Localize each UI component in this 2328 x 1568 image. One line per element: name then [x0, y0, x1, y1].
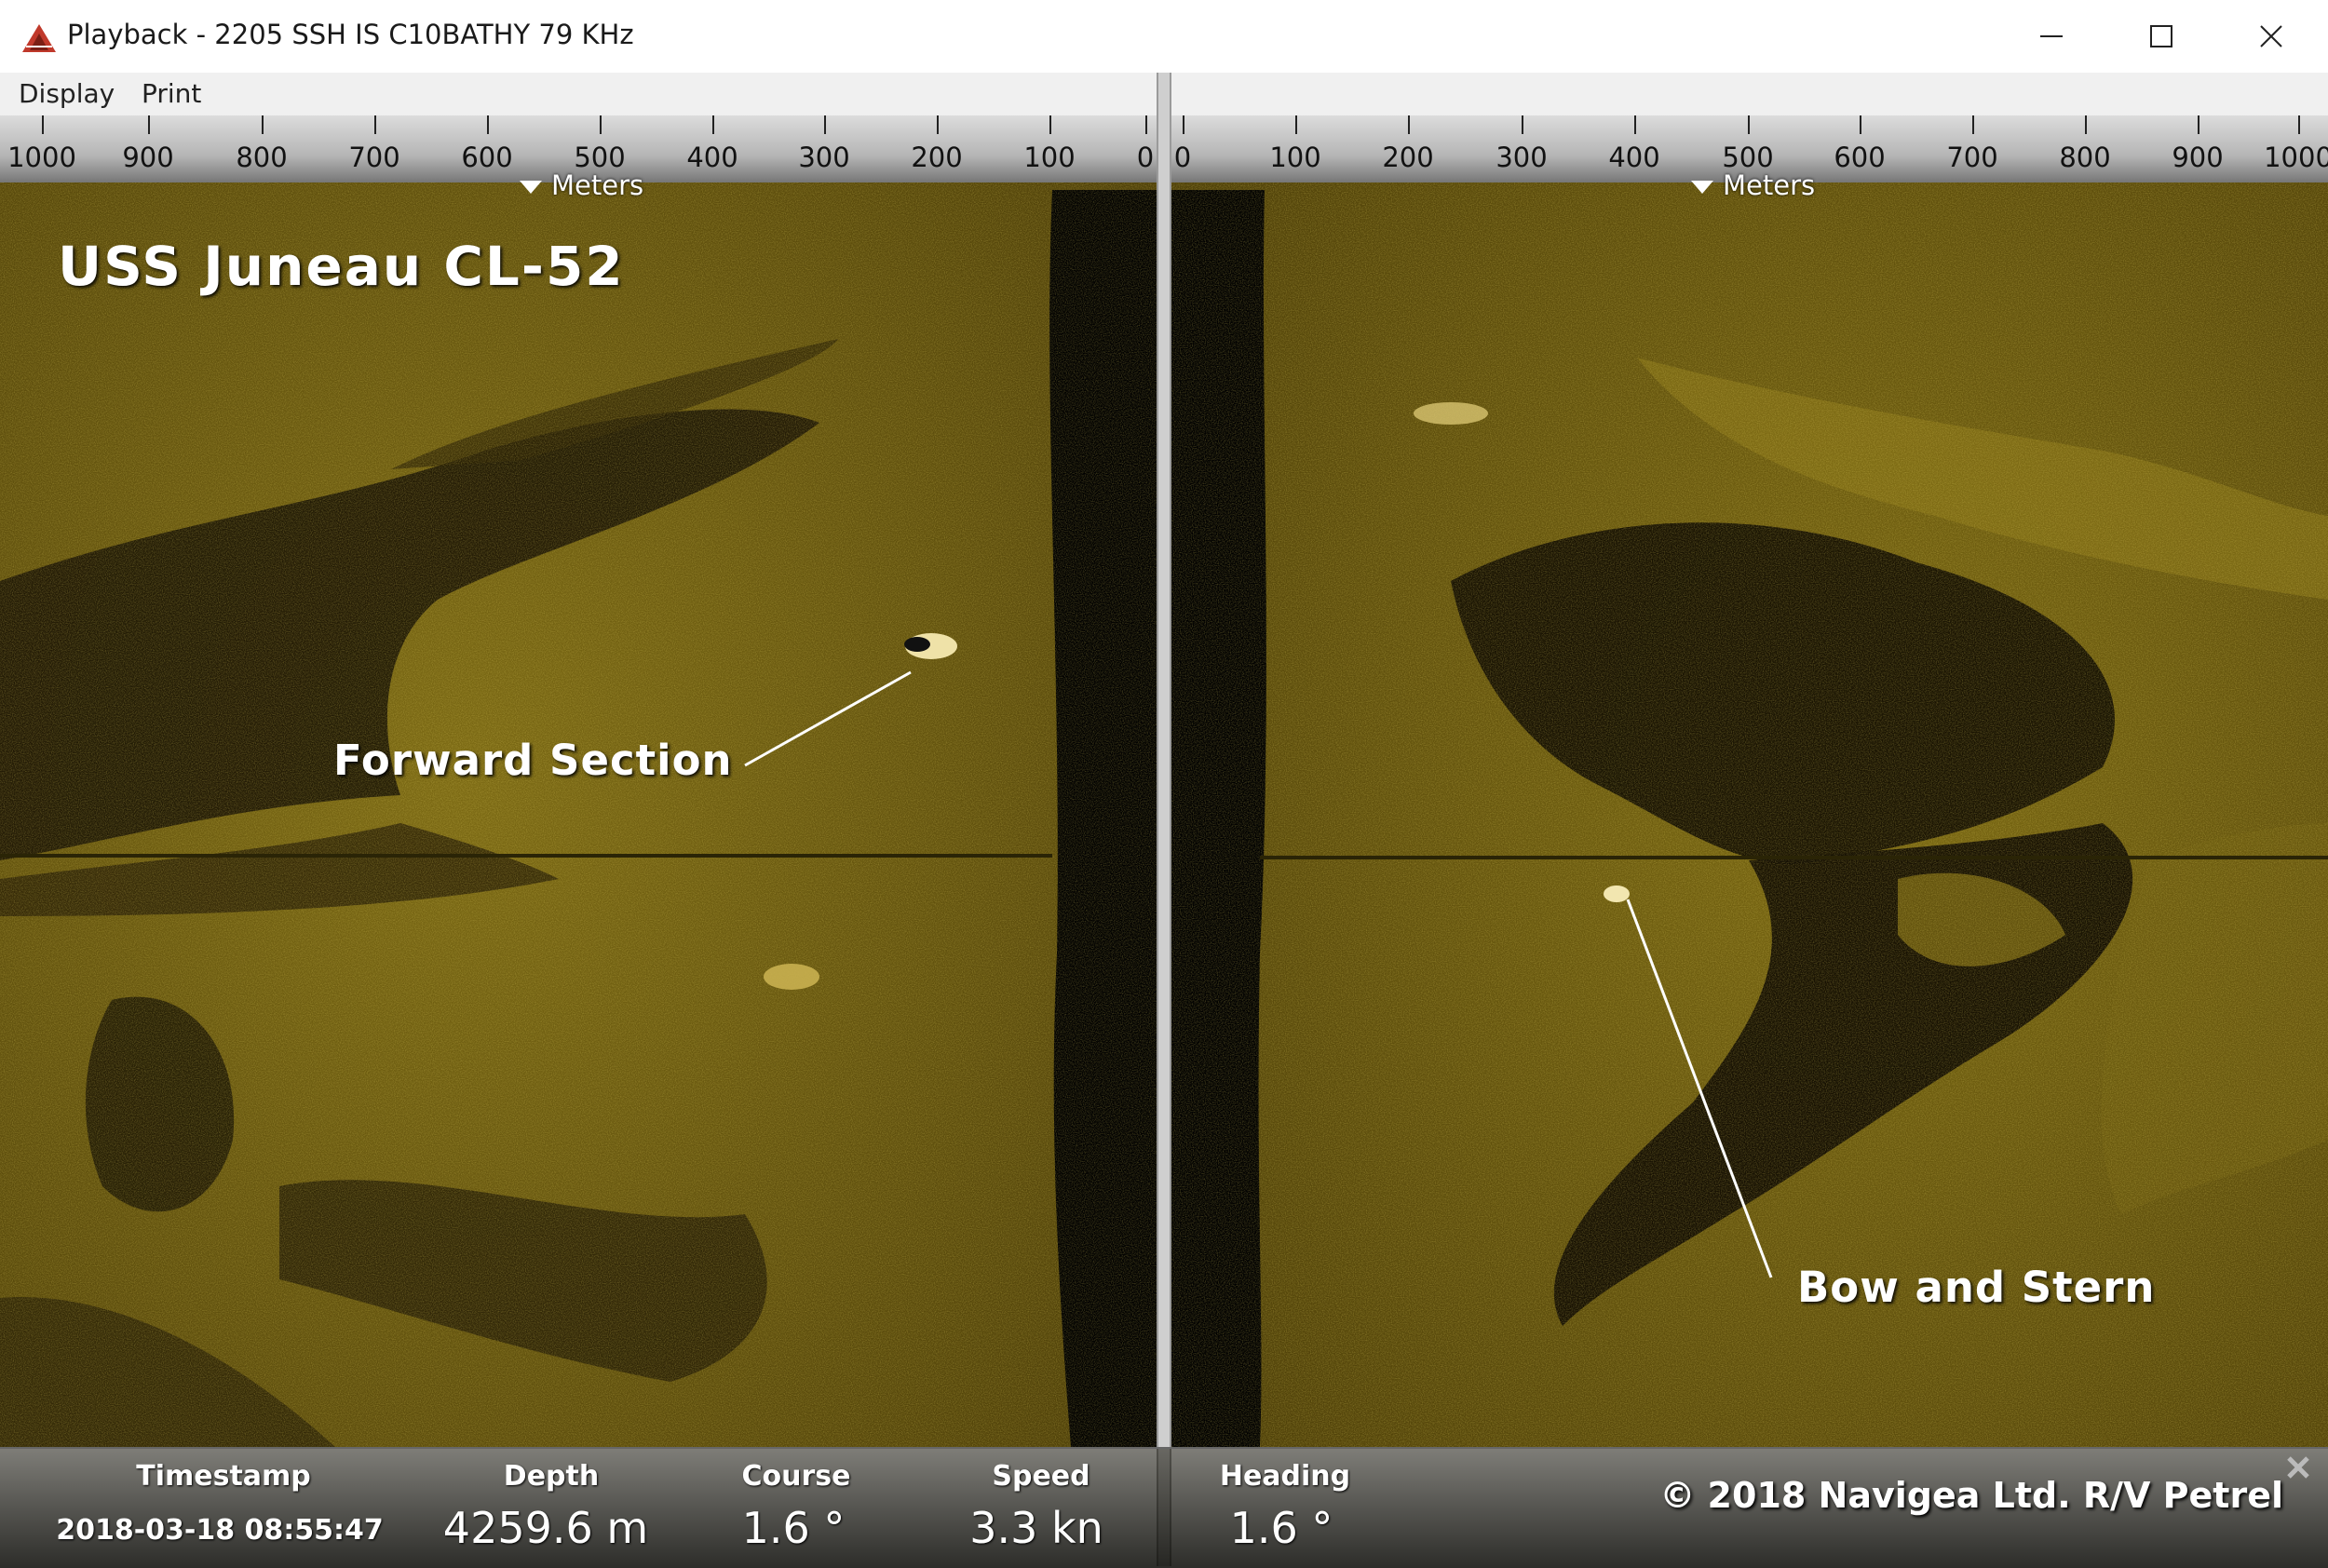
course-label: Course	[741, 1460, 851, 1493]
scale-tick	[1049, 115, 1051, 134]
scale-tick	[487, 115, 489, 134]
course-value: 1.6 °	[741, 1503, 846, 1553]
dropdown-triangle-icon	[1691, 181, 1713, 194]
scale-tick	[2198, 115, 2199, 134]
scale-label: 0	[1173, 142, 1192, 173]
scale-label: 300	[1496, 142, 1548, 173]
scale-units-dropdown[interactable]: Meters	[1691, 169, 1815, 201]
pane-divider[interactable]	[1157, 73, 1171, 1566]
scale-tick	[1145, 115, 1147, 134]
scale-tick	[374, 115, 376, 134]
scale-tick	[262, 115, 264, 134]
depth-value: 4259.6 m	[442, 1503, 649, 1553]
scale-tick	[1972, 115, 1974, 134]
scale-label: 200	[1382, 142, 1434, 173]
scale-tick	[2298, 115, 2300, 134]
scale-label: 800	[2059, 142, 2111, 173]
scale-label: 0	[1136, 142, 1155, 173]
minimize-icon	[2040, 35, 2063, 37]
scale-tick	[937, 115, 939, 134]
menu-print[interactable]: Print	[142, 78, 201, 109]
range-scale-port: 1000 900 800 700 600 500 400 300 200 100…	[0, 115, 1157, 201]
scale-label: 1000	[7, 142, 76, 173]
heading-value: 1.6 °	[1229, 1503, 1333, 1553]
sonar-image-starboard	[1171, 115, 2328, 1447]
depth-label: Depth	[503, 1460, 600, 1493]
dropdown-triangle-icon	[520, 181, 542, 194]
bow-and-stern-label: Bow and Stern	[1797, 1263, 2156, 1312]
maximize-icon	[2150, 25, 2172, 47]
scale-label: 900	[122, 142, 174, 173]
speed-value: 3.3 kn	[969, 1503, 1103, 1553]
scale-label: 700	[348, 142, 400, 173]
scale-tick	[1408, 115, 1410, 134]
scale-tick	[1748, 115, 1750, 134]
scale-label: 1000	[2264, 142, 2328, 173]
close-button[interactable]	[2216, 0, 2326, 73]
app-logo-icon	[22, 24, 56, 52]
title-bar: Playback - 2205 SSH IS C10BATHY 79 KHz	[0, 0, 2328, 73]
scale-tick	[600, 115, 602, 134]
scale-label: 100	[1269, 142, 1321, 173]
scale-label: 400	[1608, 142, 1660, 173]
scale-tick	[712, 115, 714, 134]
range-scale-starboard: 0 100 200 300 400 500 600 700 800 900 10…	[1171, 115, 2328, 201]
status-close-icon[interactable]	[2283, 1453, 2313, 1482]
scale-label: 800	[236, 142, 288, 173]
scale-label: 600	[1834, 142, 1886, 173]
scale-label: 500	[574, 142, 626, 173]
speed-label: Speed	[992, 1460, 1090, 1493]
scale-tick	[42, 115, 44, 134]
scale-tick	[1860, 115, 1861, 134]
scale-label: 500	[1722, 142, 1774, 173]
close-icon	[2260, 25, 2282, 47]
scale-tick	[148, 115, 150, 134]
sonar-pane-starboard[interactable]	[1171, 115, 2328, 1447]
scale-unit-label: Meters	[1723, 169, 1816, 201]
window-title: Playback - 2205 SSH IS C10BATHY 79 KHz	[67, 19, 634, 50]
scale-label: 400	[686, 142, 738, 173]
ship-name-label: USS Juneau CL-52	[58, 235, 625, 298]
scale-tick	[824, 115, 826, 134]
heading-label: Heading	[1219, 1460, 1351, 1493]
maximize-button[interactable]	[2106, 0, 2216, 73]
scale-label: 200	[911, 142, 963, 173]
timestamp-value: 2018-03-18 08:55:47	[56, 1514, 384, 1547]
scale-unit-label: Meters	[551, 169, 644, 201]
scale-tick	[1522, 115, 1523, 134]
scale-label: 700	[1946, 142, 1998, 173]
scale-tick	[1634, 115, 1636, 134]
copyright-text: © 2018 Navigea Ltd. R/V Petrel	[1659, 1475, 2283, 1516]
scale-tick	[2085, 115, 2087, 134]
scale-label: 900	[2172, 142, 2224, 173]
scale-label: 100	[1023, 142, 1076, 173]
timestamp-label: Timestamp	[136, 1460, 311, 1493]
menu-display[interactable]: Display	[19, 78, 115, 109]
scale-units-dropdown[interactable]: Meters	[520, 169, 643, 201]
minimize-button[interactable]	[1996, 0, 2106, 73]
scale-tick	[1295, 115, 1297, 134]
forward-section-label: Forward Section	[333, 736, 733, 785]
scale-tick	[1183, 115, 1184, 134]
scale-label: 300	[798, 142, 850, 173]
scale-label: 600	[461, 142, 513, 173]
